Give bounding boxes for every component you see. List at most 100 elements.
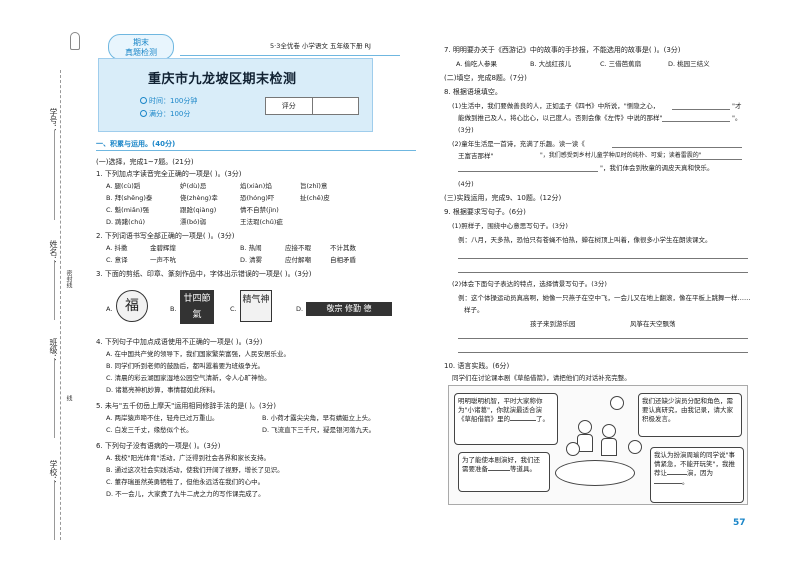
discussion-table xyxy=(555,460,635,486)
bubble-4-blank-2[interactable] xyxy=(654,483,682,484)
check-icon xyxy=(140,110,147,117)
q2-c3: D. 清雾 xyxy=(240,256,263,264)
q8-line1: (1)生活中，我们要做善良的人，正如孟子《四书》中所说，"恻隐之心， xyxy=(452,102,660,110)
q2-a2: 金碧辉煌 xyxy=(150,244,176,252)
q8-blank-5[interactable] xyxy=(458,171,598,172)
bubble-3-blank[interactable] xyxy=(488,470,510,471)
exam-no-line xyxy=(54,130,55,220)
q8-blank-1[interactable] xyxy=(672,109,730,110)
q8-line2-score: (3分) xyxy=(458,126,474,134)
q4-c: C. 清晨的彩云湖国家湿地公园空气清新，令人心旷神怡。 xyxy=(106,374,271,382)
q9-answer-line-4[interactable] xyxy=(458,352,748,353)
speech-bubble-3: 为了能使本剧演好，我们还需要准备 等道具。 xyxy=(458,452,550,492)
q9-example2b: 样子。 xyxy=(464,306,484,314)
q8-blank-4[interactable] xyxy=(690,159,742,160)
bubble-1-blank[interactable] xyxy=(510,420,536,421)
q1-b1: B. 拜(shēng)泰 xyxy=(106,194,153,202)
q9-answer-line-2[interactable] xyxy=(458,272,748,273)
score-text: 满分：100分 xyxy=(149,110,191,118)
q2-c5: 自相矛盾 xyxy=(330,256,356,264)
q9-example2: 例：这个体操运动员真高啊，她像一只燕子在空中飞，一会儿又在地上翻滚，像在平板上跳… xyxy=(458,294,751,302)
q3-opt-c: C. xyxy=(230,305,237,313)
q8-blank-2[interactable] xyxy=(662,121,730,122)
q8-line1-end: "才 xyxy=(732,102,742,110)
q10-stem: 10. 语言实践。(6分) xyxy=(444,362,510,370)
q8-line5: "，我们体会到牧童的调皮天真和快乐。 xyxy=(600,164,714,172)
q1-a4: 旨(zhǐ)意 xyxy=(300,182,328,190)
q2-a3: B. 热闹 xyxy=(240,244,262,252)
q1-d2: 漂(bó)弱 xyxy=(180,218,207,226)
q8-line4b: "，我们感受到乡村儿童学种瓜时的纯朴、可爱；读着雷震的" xyxy=(540,152,702,159)
q8-line3: (2)童年生活是一首诗，充满了乐趣。读一读《 xyxy=(452,140,585,148)
q10-desc: 同学们在讨论课本剧《草船借箭》，请把他们的对话补充完整。 xyxy=(452,374,631,382)
q4-d: D. 诸葛亮神机妙算，事情都如此所料。 xyxy=(106,386,220,394)
name-line xyxy=(54,260,55,320)
exam-no-label: 学号： xyxy=(49,108,58,132)
fold-label: 线 xyxy=(65,395,72,401)
score-info: 满分：100分 xyxy=(140,110,190,119)
q8-line4: 王富吉那样" xyxy=(458,152,494,160)
bubble-4-end: 。 xyxy=(682,478,689,486)
q1-d1: D. 踌躇(chú) xyxy=(106,218,146,226)
q7-stem: 7. 明明要办关于《西游记》中的故事的手抄报，不能选用的故事是( )。(3分) xyxy=(444,46,681,54)
school-line xyxy=(54,480,55,540)
q1-a2: 妒(dù)忌 xyxy=(180,182,207,190)
speech-bubble-4: 我认为扮演周瑜的同学说"事情紧急，不能开玩笑"，我推荐让 演，因为。 xyxy=(650,447,744,503)
header-rule xyxy=(180,55,400,56)
clock-icon xyxy=(140,97,147,104)
q7-c: C. 三借芭蕉扇 xyxy=(600,60,642,68)
part-1-title: (一)选择，完成1~7题。(21分) xyxy=(96,158,194,166)
seal-d: 敬宗 修勤 德 xyxy=(306,302,392,316)
speech-bubble-1: 明明聪明机智，平时大家称你为"小诸葛"，你就演最适合演《草船借箭》里的 了。 xyxy=(454,393,558,445)
kid-body-2 xyxy=(601,438,617,456)
kid-head-5 xyxy=(610,396,624,410)
q7-a: A. 偷吃人参果 xyxy=(456,60,497,68)
q2-stem: 2. 下列词语书写全部正确的一项是( )。(3分) xyxy=(96,232,235,240)
time-info: 时间：100分钟 xyxy=(140,97,197,106)
class-line xyxy=(54,358,55,438)
section-1-rule xyxy=(96,150,416,151)
q1-a3: 焰(xiàn)焰 xyxy=(240,182,272,190)
q3-opt-b: B. xyxy=(170,305,177,313)
page-title: 重庆市九龙坡区期末检测 xyxy=(148,72,297,87)
bubble-2-text: 我们还缺少演员分配和角色，需要认真研究，由我记录，请大家积极发言。 xyxy=(642,397,733,423)
q8-stem: 8. 根据语境填空。 xyxy=(444,88,502,96)
bubble-4-blank-1[interactable] xyxy=(667,474,687,475)
score-label: 评分 xyxy=(266,98,313,114)
seal-b: 廿四節氣 xyxy=(180,290,214,324)
q9-sub2: (2)体会下面句子表达的特点，选择情景写句子。(3分) xyxy=(452,280,607,288)
seal-line xyxy=(60,70,61,540)
page-number: 57 xyxy=(733,518,746,528)
q6-b: B. 通过这次社会实践活动，使我们开阔了视野，增长了见识。 xyxy=(106,466,284,474)
q6-c: C. 董存瑞虽然英勇牺牲了，但他永远活在我们的心中。 xyxy=(106,478,265,486)
paper-cut-seal: 福 xyxy=(116,290,148,322)
q2-a4: 应接不暇 xyxy=(285,244,311,252)
q6-stem: 6. 下列句子没有语病的一项是( )。(3分) xyxy=(96,442,221,450)
q8-line2-end: "。 xyxy=(732,114,742,122)
q4-a: A. 在中国共产党的领导下，我们国家繁荣富强，人民安居乐业。 xyxy=(106,350,290,358)
q1-stem: 1. 下列加点字读音完全正确的一项是( )。(3分) xyxy=(96,170,242,178)
time-text: 时间：100分钟 xyxy=(149,97,198,105)
score-table: 评分 xyxy=(265,97,359,115)
q4-b: B. 同学们听到老师的鼓励后，都叫嚣着要为班级争光。 xyxy=(106,362,265,370)
q5-b: B. 小荷才露尖尖角，早有蜻蜓立上头。 xyxy=(262,414,375,422)
q8-blank-3[interactable] xyxy=(612,147,742,148)
badge-text: 期末 真题检测 xyxy=(125,38,157,57)
q9-answer-line-1[interactable] xyxy=(458,258,748,259)
bubble-4-mid: 演，因为 xyxy=(687,469,713,477)
q3-opt-a: A. xyxy=(106,305,113,313)
bubble-3-end: 等道具。 xyxy=(510,465,536,473)
q7-b: B. 大战红孩儿 xyxy=(530,60,572,68)
score-cell[interactable] xyxy=(313,98,359,114)
q5-stem: 5. 未与"五千仞岳上摩天"运用相同修辞手法的是( )。(3分) xyxy=(96,402,276,410)
section-1-title: 一、积累与运用。(40分) xyxy=(96,140,176,148)
exam-badge: 期末 真题检测 xyxy=(108,34,174,60)
q9-choice-1: 孩子来到游乐园 xyxy=(530,320,576,328)
q9-answer-line-3[interactable] xyxy=(458,338,748,339)
kid-head-3 xyxy=(566,442,580,456)
q3-stem: 3. 下面的剪纸、印章、篆刻作品中，字体出示错误的一项是( )。(3分) xyxy=(96,270,312,278)
q4-stem: 4. 下列句子中加点成语使用不正确的一项是( )。(3分) xyxy=(96,338,263,346)
q5-c: C. 白发三千丈，缘愁似个长。 xyxy=(106,426,193,434)
q9-stem: 9. 根据要求写句子。(6分) xyxy=(444,208,526,216)
q9-sub1: (1)照样子，围绕中心意思写句子。(3分) xyxy=(452,222,568,230)
